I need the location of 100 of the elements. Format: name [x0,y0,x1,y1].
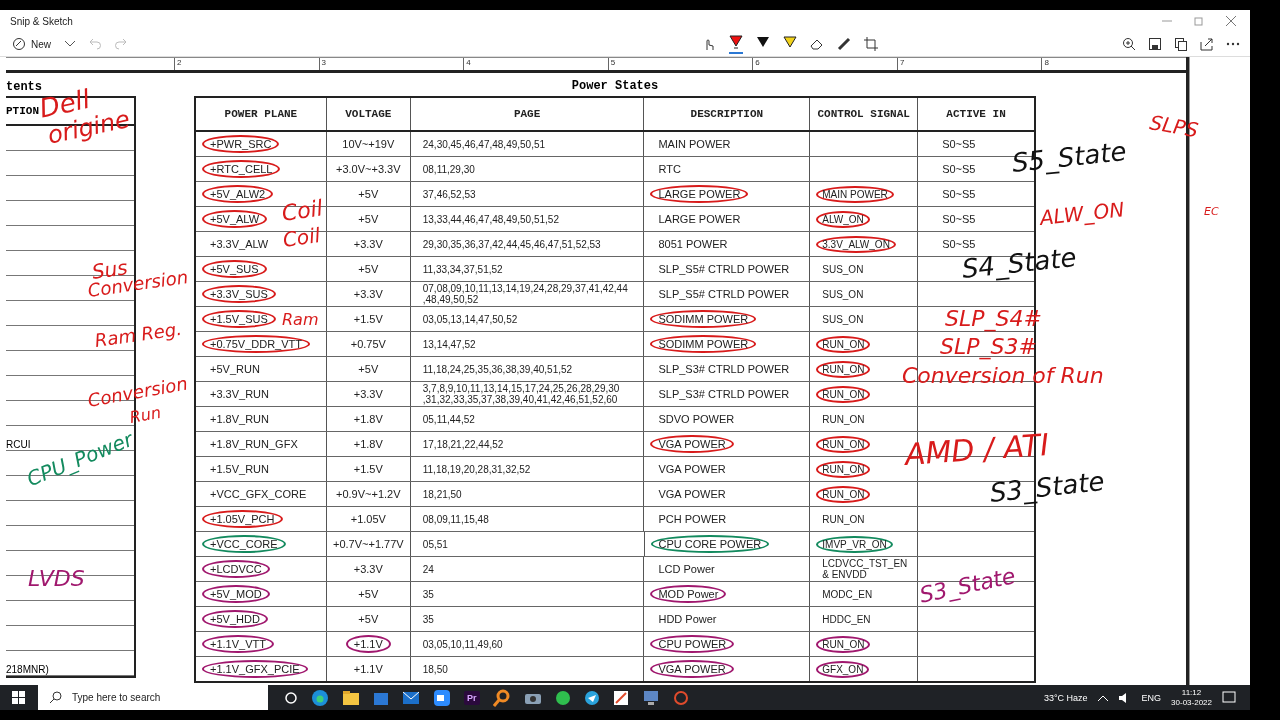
share-icon[interactable] [1200,37,1214,51]
table-cell-text: 10V~+19V [341,137,396,152]
mail-icon[interactable] [402,690,420,705]
table-cell-text: +VCC_GFX_CORE [209,487,308,502]
table-cell: CPU CORE POWER [650,535,770,553]
handwritten-note: AMD / ATI [903,430,1050,470]
column-header: PAGE [410,98,645,130]
table-cell: +5V_MOD [202,585,270,603]
table-cell: RUN_ON [816,485,871,503]
table-cell: VGA POWER [650,660,734,678]
notification-icon[interactable] [1222,690,1236,705]
clock[interactable]: 11:12 30-03-2022 [1171,687,1212,708]
section-title: tents [6,79,42,94]
table-cell-text: 8051 POWER [657,237,729,252]
ruler-number: 7 [896,58,1042,70]
table-cell: +1.1V_VTT [202,635,274,653]
handwritten-note: Ram [282,312,319,328]
table-cell-text: 13,14,47,52 [421,337,477,352]
table-cell-text: +1.5V_RUN [209,462,270,477]
table-cell: ALW_ON [816,210,870,228]
table-cell-text: +3.3V_ALW [209,237,270,252]
table-cell: RUN_ON [816,460,871,478]
table-cell: +1.05V_PCH [202,510,283,528]
table-cell-text: +3.0V~+3.3V [335,162,402,177]
table-cell-text: +5V [357,262,380,277]
column-header: DESCRIPTION [644,98,811,130]
table-cell-text: +1.8V_RUN_GFX [209,437,299,452]
handwritten-note: S5_State [1010,138,1128,176]
table-cell: +RTC_CELL [202,160,281,178]
save-icon[interactable] [1148,37,1162,51]
chevron-up-icon[interactable] [1097,694,1108,701]
task-view-icon[interactable] [284,690,298,705]
table-cell: RUN_ON [816,385,871,403]
language-indicator[interactable]: ENG [1141,692,1162,703]
table-cell-text: +5V_RUN [209,362,261,377]
column-header: ACTIVE IN [945,107,1007,122]
table-cell: +1.1V_GFX_PCIE [202,660,308,678]
table-cell: RUN_ON [816,335,871,353]
ruler-number: 2 [174,58,319,70]
table-cell-text: LCDVCC_TST_EN & ENVDD [821,557,909,582]
table-cell-text: 3,7,8,9,10,11,13,14,15,17,24,25,26,28,29,30 ,31,32,33,35,37,38,39,40,41,42,46,51,52,60 [421,382,621,407]
table-cell-text: +3.3V [352,562,384,577]
ruler-icon[interactable] [836,37,851,51]
table-cell-text: 17,18,21,22,44,52 [421,437,505,452]
paper-plane-icon[interactable] [583,689,600,706]
search-field[interactable]: Type here to search [68,685,268,710]
table-cell-text: +5V [357,587,380,602]
video-call-icon[interactable] [433,688,451,707]
close-icon[interactable] [1226,16,1236,26]
chat-icon[interactable] [554,689,571,706]
windows-start-icon[interactable] [12,690,26,705]
new-button[interactable]: New [12,35,51,53]
paint-icon[interactable] [612,689,629,706]
table-cell-text: +3.3V [352,287,384,302]
clock-time: 11:12 [1181,687,1202,698]
table-cell-text: 24 [421,562,435,577]
table-cell: GFX_ON [816,660,870,678]
snip-icon [12,37,26,51]
table-cell-text: RUN_ON [821,512,866,527]
table-cell-text: S0~S5 [941,237,976,250]
table-cell-text: 29,30,35,36,37,42,44,45,46,47,51,52,53 [421,237,602,252]
crop-icon[interactable] [863,37,878,51]
column-header: VOLTAGE [326,98,411,130]
table-cell: +5V_ALW [202,210,268,228]
more-icon[interactable] [1226,42,1240,46]
ballpoint-pen-icon[interactable] [728,34,743,54]
table-cell-text: 05,11,44,52 [421,412,476,427]
copy-icon[interactable] [1174,37,1188,51]
app-icon[interactable]: Pr [464,690,480,705]
table-cell-text: HDDC_EN [821,612,872,627]
table-cell-text: +3.3V [352,237,384,252]
handwritten-note: ALW_ON [1038,199,1126,228]
handwritten-note: EC [1204,206,1219,217]
table-cell-text: 07,08,09,10,11,13,14,19,24,28,29,37,41,42,44 ,48,49,50,52 [421,282,629,307]
table-cell: CPU POWER [650,635,735,653]
table-cell: LARGE POWER [650,185,749,203]
table-cell-text: +1.8V [352,412,384,427]
folder-icon[interactable] [342,689,360,706]
table-cell-text: 11,18,19,20,28,31,32,52 [421,462,532,477]
table-cell-text: RTC [657,162,682,177]
table-cell-text: +0.75V [349,337,387,352]
table-cell: SODIMM POWER [650,310,757,328]
eraser-icon[interactable] [809,38,824,50]
table-cell: +5V_SUS [202,260,267,278]
table-cell-text: S0~S5 [941,212,977,227]
weather-text[interactable]: 33°C Haze [1043,692,1088,703]
table-cell-text: +1.5V [352,312,384,327]
table-cell-text: +5V [357,212,380,227]
ruler-number: 5 [607,58,753,70]
computer-icon[interactable] [641,689,660,706]
magnifier-icon[interactable] [492,688,511,707]
table-cell-text: SLP_S5# CTRLD POWER [657,287,791,302]
ruler-number: 8 [1041,58,1187,70]
chevron-down-icon[interactable] [65,41,75,47]
table-cell-text: SLP_S3# CTRLD POWER [657,362,791,377]
table-cell: MOD Power [650,585,727,603]
zoom-in-icon[interactable] [1122,37,1136,51]
browser-icon[interactable] [311,688,329,707]
table-cell-text: PCH POWER [657,512,728,527]
table-cell-text: +1.1V [352,662,384,677]
